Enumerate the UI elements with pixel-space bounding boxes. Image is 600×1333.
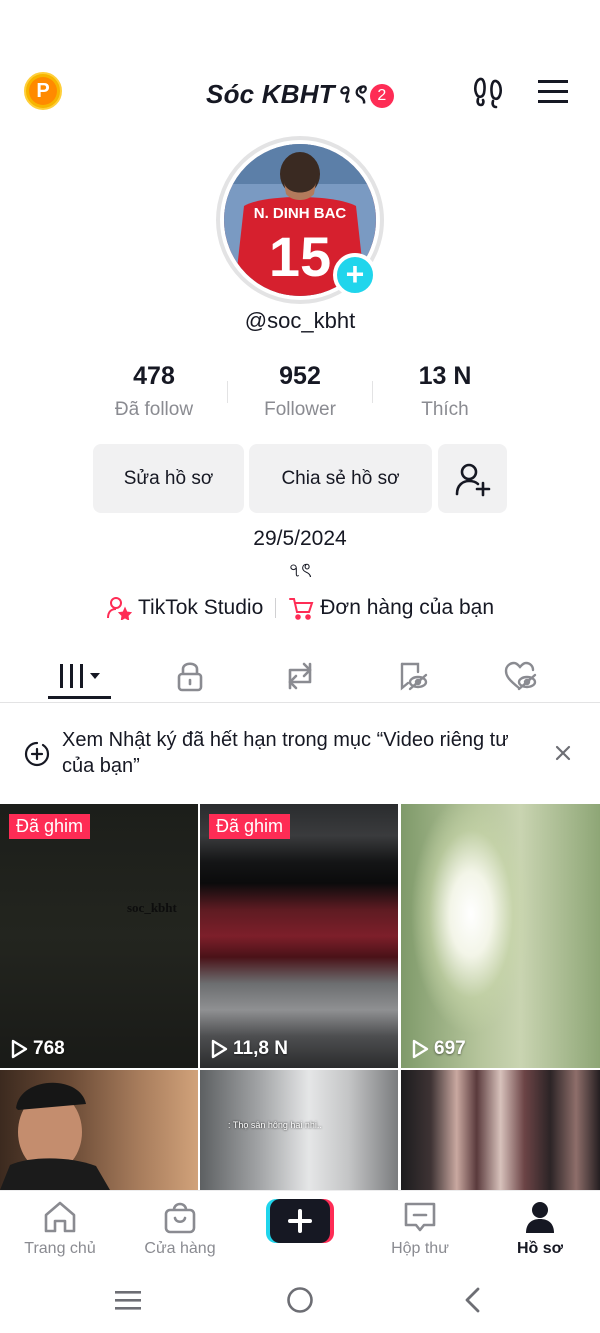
edit-profile-button[interactable]: Sửa hồ sơ (93, 444, 244, 513)
username: @soc_kbht (244, 308, 356, 333)
stat-label: Follower (264, 399, 336, 420)
play-icon (11, 1039, 28, 1059)
avatar-jersey-name: N. DINH BAC (254, 205, 347, 222)
video-overlay-text: soc_kbht (127, 900, 177, 915)
stat-value: 952 (279, 362, 321, 390)
tab-private[interactable] (160, 648, 220, 704)
close-icon (555, 745, 571, 761)
tiktok-studio-link[interactable]: TikTok Studio (106, 596, 263, 620)
bookmark-hidden-icon (400, 662, 428, 691)
heart-hidden-icon (504, 661, 537, 691)
nav-profile-label: Hồ sơ (516, 1240, 564, 1257)
view-count-value: 697 (434, 1038, 466, 1059)
stat-divider (372, 381, 373, 403)
play-icon (211, 1039, 228, 1059)
orders-label: Đơn hàng của bạn (320, 596, 494, 619)
create-plus-icon (266, 1199, 334, 1243)
home-icon (44, 1201, 76, 1233)
tab-liked[interactable] (490, 648, 550, 704)
inbox-icon (404, 1202, 436, 1232)
menu-icon[interactable] (533, 74, 573, 110)
nav-home-label: Trang chủ (24, 1240, 96, 1257)
stat-label: Đã follow (114, 399, 194, 420)
orders-link[interactable]: Đơn hàng của bạn (288, 596, 494, 620)
stat-value: 478 (133, 362, 175, 390)
view-count-value: 768 (33, 1038, 65, 1059)
stat-value: 13 N (418, 362, 472, 390)
video-thumbnail (0, 1082, 110, 1190)
nav-profile[interactable]: Hồ sơ (480, 1200, 600, 1258)
tab-reposts[interactable] (270, 648, 330, 704)
nav-home[interactable]: Trang chủ (0, 1200, 120, 1258)
tiktok-studio-label: TikTok Studio (137, 596, 264, 619)
video-tile[interactable]: : Thọ sân hông hai nhi.. (200, 1070, 398, 1190)
view-count: 11,8 N (210, 1038, 288, 1060)
video-tile[interactable]: Đã ghim 11,8 N (200, 804, 398, 1068)
cart-icon (289, 598, 314, 620)
view-count: 768 (10, 1038, 65, 1060)
edit-profile-label: Sửa hồ sơ (123, 467, 214, 489)
page-title: Sóc KBHT৭ৎ (206, 79, 366, 109)
create-button[interactable] (266, 1199, 334, 1243)
nav-inbox-label: Hộp thư (391, 1240, 449, 1257)
video-overlay-text: : Thọ sân hông hai nhi.. (228, 1120, 322, 1130)
shop-bag-icon (164, 1202, 196, 1234)
share-profile-button[interactable]: Chia sẻ hồ sơ (249, 444, 432, 513)
nav-shop[interactable]: Cửa hàng (120, 1200, 240, 1258)
video-tile[interactable] (0, 1070, 198, 1190)
profile-date: 29/5/2024 (253, 527, 347, 550)
profile-person-icon (526, 1202, 554, 1233)
notice-text: Xem Nhật ký đã hết hạn trong mục “Video … (62, 729, 509, 777)
video-tile[interactable]: 697 (401, 804, 600, 1068)
stat-divider (227, 381, 228, 403)
repost-icon (288, 662, 312, 690)
nav-shop-label: Cửa hàng (144, 1240, 216, 1257)
view-count-value: 11,8 N (233, 1038, 288, 1059)
close-notice-button[interactable] (552, 742, 574, 764)
story-icon (24, 741, 50, 767)
avatar-jersey-number: 15 (269, 225, 331, 288)
studio-icon (106, 597, 132, 620)
add-friend-button[interactable] (438, 444, 507, 513)
view-count: 697 (411, 1038, 466, 1060)
back-chevron-icon[interactable] (462, 1286, 484, 1314)
play-icon (412, 1039, 429, 1059)
tab-active-indicator (48, 696, 111, 699)
video-tile[interactable]: Đã ghim soc_kbht 768 (0, 804, 198, 1068)
grid-icon (59, 664, 100, 688)
add-friend-icon (455, 463, 490, 496)
video-tile[interactable] (401, 1070, 600, 1190)
recent-apps-icon[interactable] (113, 1288, 143, 1312)
stat-likes[interactable]: 13 N Thích (375, 362, 515, 421)
profile-title[interactable]: Sóc KBHT৭ৎ 2 (0, 74, 600, 118)
pinned-badge: Đã ghim (209, 814, 291, 839)
account-switch-badge: 2 (369, 84, 394, 108)
footprint-icon[interactable] (468, 72, 508, 112)
stat-label: Thích (421, 399, 469, 420)
links-divider (275, 598, 277, 618)
stat-following[interactable]: 478 Đã follow (84, 362, 224, 421)
lock-icon (177, 662, 203, 692)
pinned-badge: Đã ghim (9, 814, 91, 839)
share-profile-label: Chia sẻ hồ sơ (281, 467, 400, 489)
stat-followers[interactable]: 952 Follower (230, 362, 370, 421)
plus-icon: + (345, 256, 365, 292)
home-circle-icon[interactable] (286, 1286, 314, 1314)
nav-inbox[interactable]: Hộp thư (360, 1200, 480, 1258)
tab-saved[interactable] (382, 648, 442, 704)
profile-bio: ৭ৎ (288, 560, 312, 582)
profile-links: TikTok Studio Đơn hàng của bạn (0, 596, 600, 620)
add-story-button[interactable]: + (333, 253, 377, 297)
